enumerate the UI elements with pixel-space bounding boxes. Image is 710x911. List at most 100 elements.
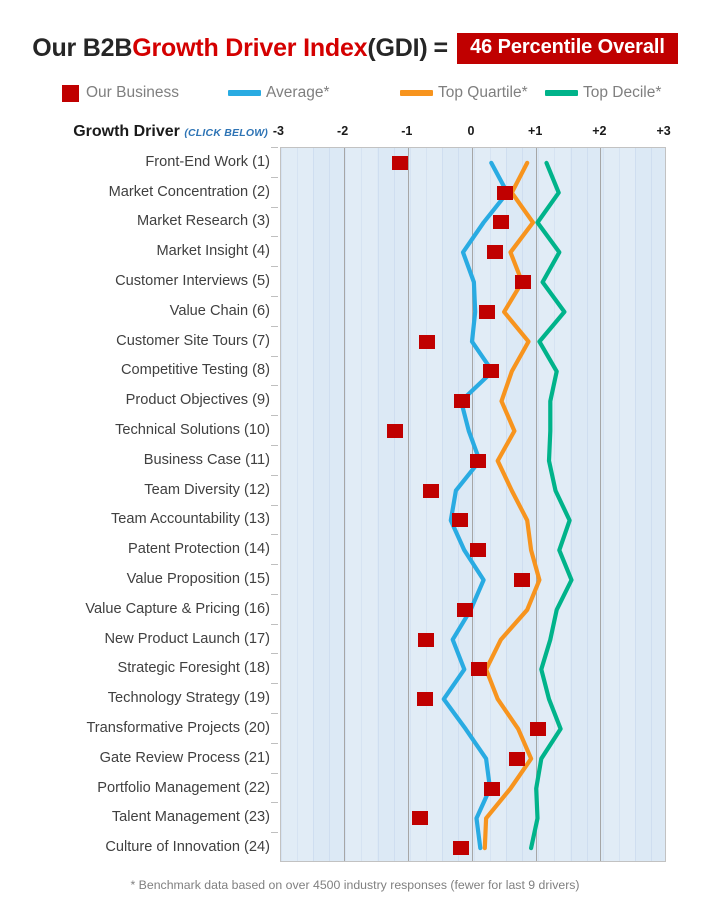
line-series-layer xyxy=(441,160,574,851)
axis-tick-mark xyxy=(271,772,278,774)
axis-tick-mark xyxy=(271,832,278,834)
score-badge: 46 Percentile Overall xyxy=(457,32,678,64)
footnote: * Benchmark data based on over 4500 indu… xyxy=(130,878,580,892)
legend-swatch-line xyxy=(228,90,261,96)
axis-tick-mark xyxy=(271,325,278,327)
chart-title: Our B2B Growth Driver Index (GDI) = 46 P… xyxy=(0,30,710,66)
data-marker xyxy=(469,543,486,558)
axis-tick-mark xyxy=(271,564,278,566)
axis-tick-mark xyxy=(271,236,278,238)
growth-driver-column-header: Growth Driver (CLICK BELOW) xyxy=(73,123,268,141)
plot-area xyxy=(280,147,666,862)
category-label-24[interactable]: Culture of Innovation (24) xyxy=(105,839,270,855)
title-part-3: (GDI) xyxy=(367,33,428,62)
data-marker xyxy=(417,632,434,647)
legend-swatch-square xyxy=(62,84,79,102)
data-marker xyxy=(514,572,531,587)
x-axis-tick-0: 0 xyxy=(467,124,475,138)
click-below-hint: (CLICK BELOW) xyxy=(184,127,268,139)
legend-swatch-line xyxy=(400,90,433,96)
category-label-5[interactable]: Customer Interviews (5) xyxy=(115,273,270,289)
category-label-19[interactable]: Technology Strategy (19) xyxy=(108,690,270,706)
data-marker xyxy=(483,781,500,796)
category-label-17[interactable]: New Product Launch (17) xyxy=(105,631,270,647)
category-label-14[interactable]: Patent Protection (14) xyxy=(128,541,270,557)
data-marker xyxy=(453,841,470,856)
axis-tick-mark xyxy=(271,266,278,268)
series-line-average xyxy=(441,160,510,851)
legend-label: Average* xyxy=(266,84,330,101)
category-label-4[interactable]: Market Insight (4) xyxy=(156,243,270,259)
category-label-3[interactable]: Market Research (3) xyxy=(137,213,270,229)
category-label-15[interactable]: Value Proposition (15) xyxy=(127,571,270,587)
data-marker xyxy=(492,215,509,230)
legend-item-average[interactable]: Average* xyxy=(228,80,329,106)
series-line-top-decile xyxy=(529,160,574,851)
x-axis-tick--2: -2 xyxy=(337,124,349,138)
data-marker xyxy=(422,483,439,498)
axis-tick-mark xyxy=(271,206,278,208)
category-label-18[interactable]: Strategic Foresight (18) xyxy=(118,660,271,676)
legend-label: Top Decile* xyxy=(583,84,662,101)
category-label-1[interactable]: Front-End Work (1) xyxy=(145,154,270,170)
legend: Our Business Average* Top Quartile* Top Dec… xyxy=(0,80,710,106)
axis-tick-mark xyxy=(271,415,278,417)
growth-driver-label: Growth Driver xyxy=(73,123,180,140)
category-label-16[interactable]: Value Capture & Pricing (16) xyxy=(85,601,270,617)
data-marker xyxy=(478,304,495,319)
axis-tick-mark xyxy=(271,504,278,506)
legend-swatch-line xyxy=(545,90,578,96)
category-label-column: Front-End Work (1) Market Concentration (… xyxy=(0,147,278,862)
category-label-21[interactable]: Gate Review Process (21) xyxy=(100,750,270,766)
legend-label: Our Business xyxy=(86,84,180,101)
category-label-9[interactable]: Product Objectives (9) xyxy=(126,392,270,408)
category-label-6[interactable]: Value Chain (6) xyxy=(170,303,270,319)
data-marker xyxy=(471,662,488,677)
axis-tick-mark xyxy=(271,683,278,685)
category-label-12[interactable]: Team Diversity (12) xyxy=(144,482,270,498)
data-marker xyxy=(487,245,504,260)
category-label-7[interactable]: Customer Site Tours (7) xyxy=(116,333,270,349)
x-axis-tick-+1: +1 xyxy=(528,124,543,138)
data-marker xyxy=(514,275,531,290)
legend-label: Top Quartile* xyxy=(438,84,528,101)
data-marker xyxy=(419,334,436,349)
series-line-top-quartile xyxy=(482,160,542,851)
x-axis-tick-+3: +3 xyxy=(656,124,671,138)
axis-tick-mark xyxy=(271,653,278,655)
data-marker xyxy=(392,155,409,170)
category-label-13[interactable]: Team Accountability (13) xyxy=(111,511,270,527)
data-marker xyxy=(417,692,434,707)
axis-header: Growth Driver (CLICK BELOW) -3 -2 -1 0 +1 +2 +… xyxy=(0,122,710,146)
category-label-10[interactable]: Technical Solutions (10) xyxy=(115,422,270,438)
category-label-23[interactable]: Talent Management (23) xyxy=(112,809,270,825)
axis-tick-mark xyxy=(271,295,278,297)
legend-item-our-business[interactable]: Our Business xyxy=(62,80,179,106)
axis-tick-mark xyxy=(271,474,278,476)
axis-tick-mark xyxy=(271,444,278,446)
data-marker xyxy=(456,602,473,617)
data-marker xyxy=(453,394,470,409)
category-label-20[interactable]: Transformative Projects (20) xyxy=(86,720,270,736)
legend-item-top-quartile[interactable]: Top Quartile* xyxy=(400,80,528,106)
title-part-1: Our B2B xyxy=(32,33,133,62)
category-label-2[interactable]: Market Concentration (2) xyxy=(109,184,270,200)
category-label-8[interactable]: Competitive Testing (8) xyxy=(121,362,270,378)
category-label-11[interactable]: Business Case (11) xyxy=(144,452,270,468)
axis-tick-mark xyxy=(271,593,278,595)
axis-tick-mark xyxy=(271,176,278,178)
x-axis-tick--1: -1 xyxy=(401,124,413,138)
axis-tick-mark xyxy=(271,742,278,744)
axis-tick-mark xyxy=(271,534,278,536)
data-marker xyxy=(483,364,500,379)
data-marker xyxy=(530,721,547,736)
title-equals: = xyxy=(433,33,449,62)
legend-item-top-decile[interactable]: Top Decile* xyxy=(545,80,661,106)
category-label-22[interactable]: Portfolio Management (22) xyxy=(97,780,270,796)
axis-tick-mark xyxy=(271,713,278,715)
data-marker xyxy=(508,751,525,766)
axis-tick-mark xyxy=(271,147,278,148)
data-marker xyxy=(451,513,468,528)
axis-tick-mark xyxy=(271,355,278,357)
data-marker xyxy=(496,185,513,200)
